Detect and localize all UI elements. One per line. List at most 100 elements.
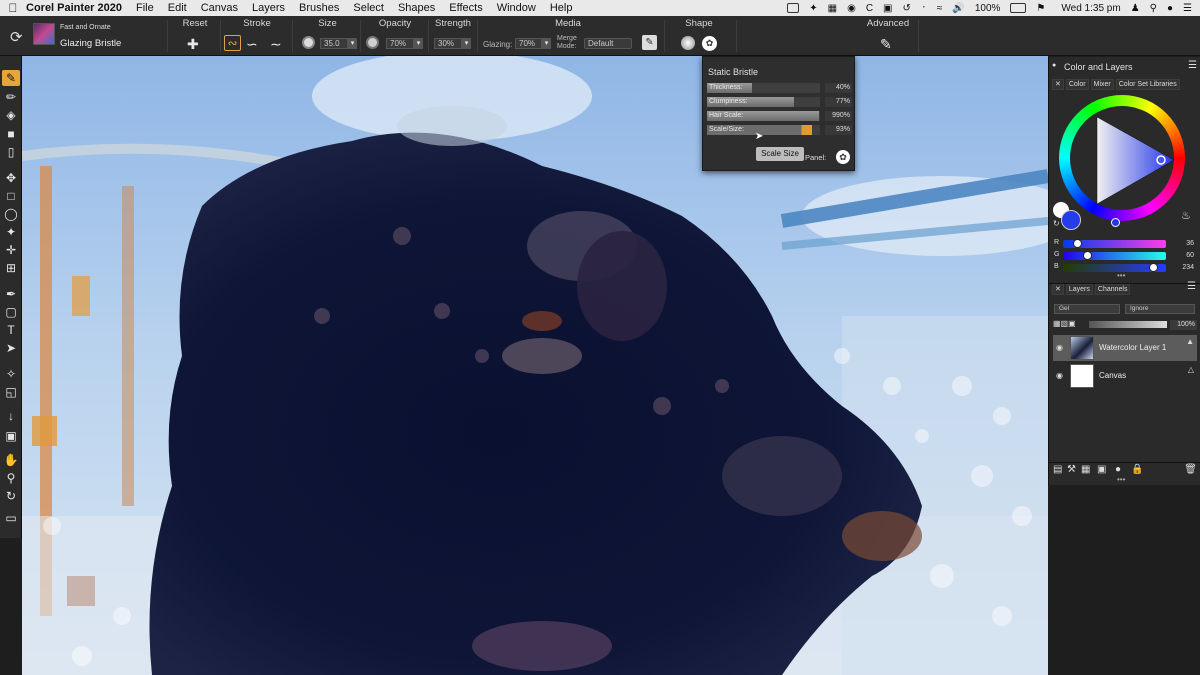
layer-name[interactable]: Canvas	[1099, 371, 1126, 380]
duplicate-layer-icon[interactable]: ▦	[1081, 464, 1090, 475]
panel-options-icon[interactable]: ✿	[836, 150, 850, 164]
text-tool-icon[interactable]: T	[2, 322, 20, 338]
painting-canvas[interactable]	[22, 56, 1048, 675]
stroke-attributes-icon[interactable]: ∼	[270, 36, 282, 53]
tab-color[interactable]: Color	[1065, 78, 1089, 90]
paint-bucket-icon[interactable]: ◈	[2, 107, 20, 123]
bristle-shape-icon[interactable]	[681, 36, 695, 50]
straight-stroke-icon[interactable]: ∽	[246, 36, 258, 53]
shape-selection-icon[interactable]: ➤	[2, 340, 20, 356]
mirror-tool-icon[interactable]: ↓	[2, 408, 20, 424]
layers-menu-icon[interactable]: ☰	[1187, 281, 1196, 292]
panel-grip-icon[interactable]: ●	[1052, 62, 1056, 69]
thickness-value[interactable]: 40%	[825, 83, 852, 93]
rectangle-shape-icon[interactable]: ▢	[2, 304, 20, 320]
menu-effects[interactable]: Effects	[449, 2, 482, 14]
swap-colors-icon[interactable]: ↻	[1053, 219, 1060, 228]
brush-category-label[interactable]: Fast and Ornate	[60, 24, 111, 31]
b-value[interactable]: 234	[1182, 264, 1194, 271]
user-icon[interactable]: ♟	[1131, 3, 1140, 14]
opacity-dropdown-icon[interactable]: ▾	[414, 38, 423, 49]
opacity-field[interactable]: 70%	[386, 38, 414, 49]
grabber-tool-icon[interactable]: ✋	[2, 452, 20, 468]
main-color-swatch[interactable]	[1061, 210, 1081, 230]
menu-shapes[interactable]: Shapes	[398, 2, 435, 14]
hair-scale-value[interactable]: 990%	[825, 111, 852, 121]
selection-adjuster-icon[interactable]: ✛	[2, 242, 20, 258]
siri-icon[interactable]: ●	[1167, 3, 1173, 14]
brush-variant-label[interactable]: Glazing Bristle	[60, 38, 121, 49]
layer-mask-icon[interactable]: ●	[1115, 464, 1121, 475]
wifi-icon[interactable]: ≈	[937, 3, 943, 14]
hair-scale-slider[interactable]: Hair Scale: 990%	[707, 111, 852, 121]
flag-icon[interactable]: ⚑	[1036, 3, 1045, 14]
gradient-tool-icon[interactable]: ■	[2, 126, 20, 142]
layer-name[interactable]: Watercolor Layer 1	[1099, 343, 1166, 352]
tab-mixer[interactable]: Mixer	[1090, 78, 1114, 90]
media-brush-icon[interactable]: ✎	[642, 35, 657, 50]
rotate-page-icon[interactable]: ↻	[2, 488, 20, 504]
thickness-slider[interactable]: Thickness: 40%	[707, 83, 852, 93]
battery-icon[interactable]	[1010, 3, 1027, 13]
size-preview-icon[interactable]	[302, 36, 315, 49]
screen-record-icon[interactable]	[787, 3, 800, 13]
panel-menu-icon[interactable]: ☰	[1188, 60, 1197, 71]
transform-tool-icon[interactable]: ◱	[2, 384, 20, 400]
menu-file[interactable]: File	[136, 2, 154, 14]
reset-tool-icon[interactable]: ✚	[187, 36, 199, 53]
visibility-eye-icon[interactable]: ◉	[1056, 343, 1063, 352]
apple-menu-icon[interactable]: 	[0, 1, 26, 15]
blue-slider-knob[interactable]	[1149, 263, 1158, 272]
rectangular-selection-icon[interactable]: □	[2, 188, 20, 204]
layer-opacity-slider[interactable]	[1089, 321, 1167, 328]
red-slider-knob[interactable]	[1073, 239, 1082, 248]
composite-method-select[interactable]: Gel	[1054, 304, 1120, 314]
time-machine-icon[interactable]: ↺	[903, 3, 911, 14]
dynamic-plugins-icon[interactable]: ⚒	[1067, 464, 1076, 475]
volume-icon[interactable]: 🔊	[952, 3, 964, 14]
size-dropdown-icon[interactable]: ▾	[348, 38, 357, 49]
scale-size-value[interactable]: 93%	[825, 125, 852, 135]
eraser-tool-icon[interactable]: ▯	[2, 144, 20, 160]
scale-size-slider[interactable]: Scale/Size: 93%	[707, 125, 852, 135]
menu-canvas[interactable]: Canvas	[201, 2, 238, 14]
perspective-guides-icon[interactable]: ▣	[2, 428, 20, 444]
menu-brushes[interactable]: Brushes	[299, 2, 339, 14]
freehand-stroke-icon[interactable]: ∾	[224, 35, 241, 51]
close-color-tab-icon[interactable]: ✕	[1052, 78, 1064, 90]
layer-opacity-value[interactable]: 100%	[1170, 320, 1197, 330]
lock-layer-icon[interactable]: 🔒	[1131, 464, 1143, 475]
screen-mode-icon[interactable]: ▭	[2, 510, 20, 526]
crop-tool-icon[interactable]: ⊞	[2, 260, 20, 276]
layer-adjuster-icon[interactable]: ✥	[2, 170, 20, 186]
advanced-settings-icon[interactable]: ✎	[880, 36, 892, 53]
layer-row-watercolor[interactable]: ◉ Watercolor Layer 1 ▲	[1053, 335, 1197, 361]
calendar-icon[interactable]: ▣	[883, 3, 892, 14]
glazing-field[interactable]: 70%	[515, 38, 542, 49]
delete-layer-icon[interactable]: 🗑	[1184, 464, 1197, 475]
composite-depth-select[interactable]: Ignore	[1125, 304, 1195, 314]
hue-handle[interactable]	[1111, 218, 1120, 227]
magic-wand-icon[interactable]: ✦	[2, 224, 20, 240]
bristle-pattern-icon[interactable]: ✿	[702, 36, 717, 51]
r-value[interactable]: 36	[1186, 240, 1194, 247]
bluetooth-icon[interactable]: ᛫	[921, 3, 927, 14]
menu-help[interactable]: Help	[550, 2, 573, 14]
scale-size-button[interactable]: Scale Size	[756, 147, 804, 161]
menu-window[interactable]: Window	[497, 2, 536, 14]
green-slider-knob[interactable]	[1083, 251, 1092, 260]
dropbox-icon[interactable]: ✦	[809, 3, 817, 14]
grid-icon[interactable]: ▦	[828, 3, 837, 14]
dropper-tool-icon[interactable]: ✏	[2, 89, 20, 105]
tab-layers[interactable]: Layers	[1065, 284, 1093, 295]
merge-mode-select[interactable]: Default	[584, 38, 632, 49]
resize-grip-icon[interactable]: •••	[1117, 475, 1125, 484]
app-menu[interactable]: Corel Painter 2020	[26, 2, 122, 14]
menu-select[interactable]: Select	[353, 2, 384, 14]
blender-tool-icon[interactable]: ✧	[2, 366, 20, 382]
visibility-eye-icon[interactable]: ◉	[1056, 371, 1063, 380]
strength-field[interactable]: 30%	[434, 38, 462, 49]
c-app-icon[interactable]: C	[866, 3, 873, 14]
brush-tool-icon[interactable]: ✎	[2, 70, 20, 86]
saturation-triangle[interactable]	[1079, 112, 1179, 207]
